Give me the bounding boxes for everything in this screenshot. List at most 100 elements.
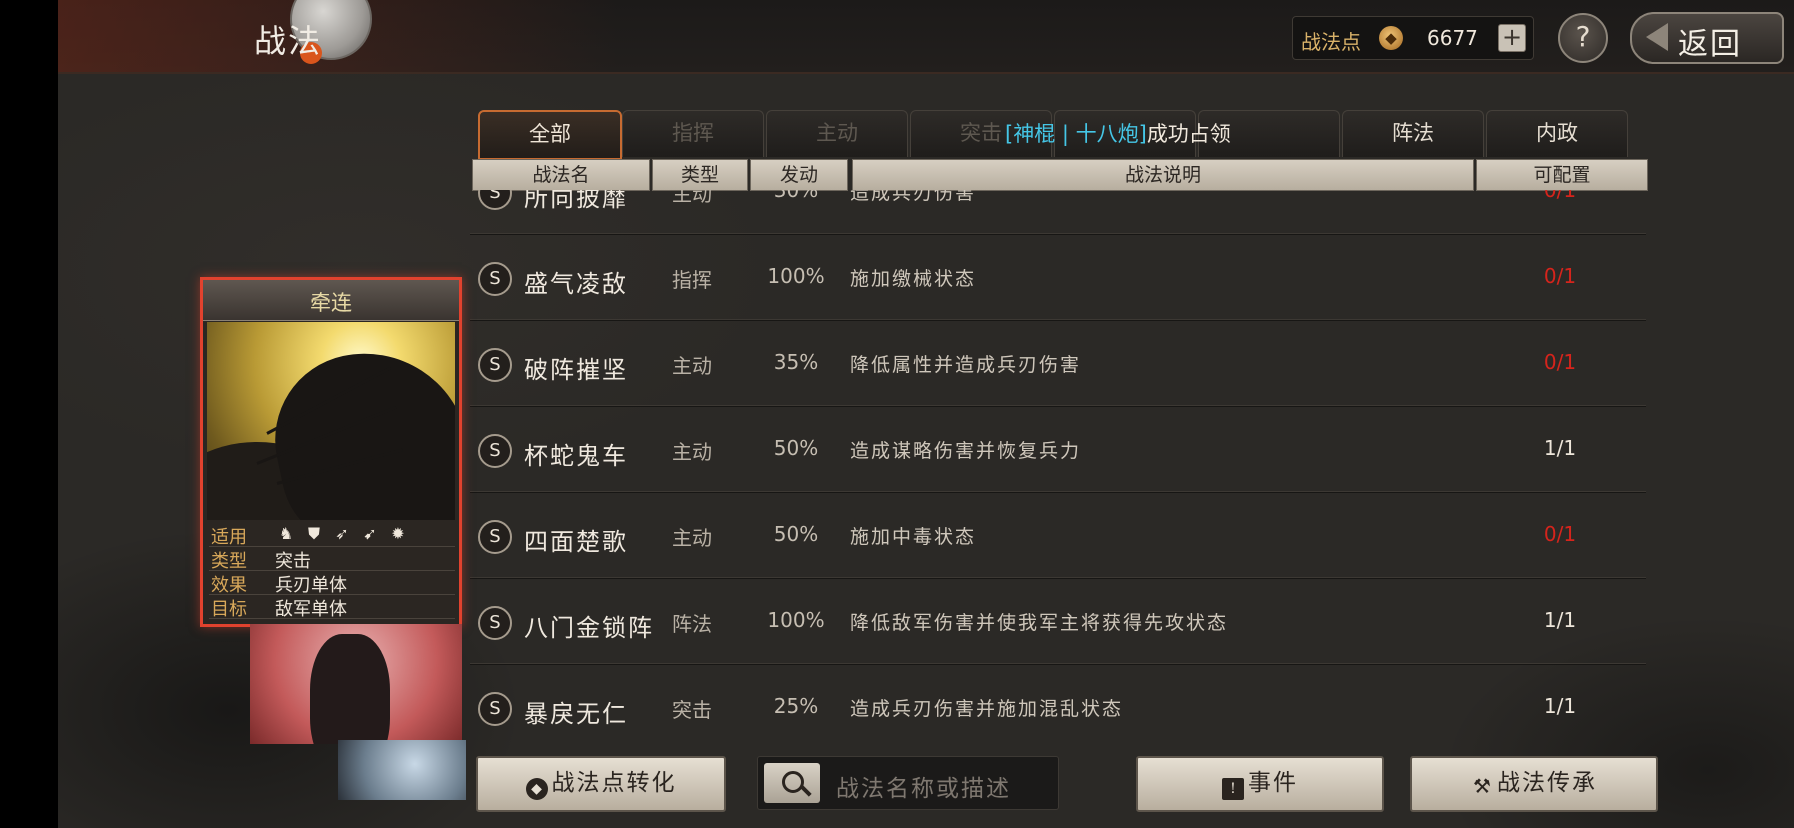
skill-row[interactable]: S 盛气凌敌 指挥 100% 施加缴械状态 0/1	[470, 236, 1646, 320]
hammer-icon: ⚒	[1473, 774, 1491, 798]
column-header-type[interactable]: 类型	[652, 159, 748, 191]
skill-rate: 50%	[773, 436, 819, 460]
skill-row[interactable]: S 暴戾无仁 突击 25% 造成兵刃伤害并施加混乱状态 1/1	[470, 666, 1646, 738]
skill-description: 降低敌军伤害并使我军主将获得先攻状态	[850, 612, 1229, 634]
skill-name: 盛气凌敌	[524, 270, 628, 298]
card-stat-row: 效果 兵刃单体	[209, 570, 455, 596]
skill-name: 暴戾无仁	[524, 700, 628, 728]
search-input[interactable]: 战法名称或描述	[757, 756, 1059, 810]
art-silhouette-warrior	[310, 634, 390, 744]
column-header-name[interactable]: 战法名	[472, 159, 650, 191]
card-artwork	[207, 322, 455, 520]
skill-config-count: 1/1	[1543, 694, 1577, 718]
card-below-artwork	[250, 624, 462, 744]
skill-config-count: 0/1	[1543, 522, 1577, 546]
help-button[interactable]: ?	[1558, 13, 1608, 63]
skill-grade-badge: S	[478, 520, 512, 554]
convert-points-label: 战法点转化	[551, 770, 677, 796]
broadcast-notice: [神棍 | 十八炮]成功占领	[1005, 118, 1231, 148]
page-title: 战法	[254, 22, 323, 60]
skill-row[interactable]: S 破阵摧坚 主动 35% 降低属性并造成兵刃伤害 0/1	[470, 322, 1646, 406]
back-arrow-icon	[1646, 23, 1668, 51]
skill-config-count: 0/1	[1543, 264, 1577, 288]
card-stat-key: 目标	[211, 599, 247, 620]
events-button[interactable]: ! 事件	[1136, 756, 1384, 812]
book-icon: !	[1222, 778, 1244, 800]
tactic-points-label: 战法点	[1301, 30, 1361, 54]
column-header-config[interactable]: 可配置	[1476, 159, 1648, 191]
tab-internal-affairs[interactable]: 内政	[1486, 110, 1628, 157]
skill-row[interactable]: S 所向披靡 主动 30% 造成兵刃伤害 0/1	[470, 190, 1646, 234]
cavalry-icon: ♞	[278, 524, 294, 543]
back-label: 返回	[1678, 27, 1742, 62]
skill-description: 造成谋略伤害并恢复兵力	[850, 440, 1082, 462]
tab-active[interactable]: 主动	[766, 110, 908, 157]
events-label: 事件	[1248, 770, 1298, 796]
left-black-bar	[0, 0, 58, 828]
skill-row[interactable]: S 八门金锁阵 阵法 100% 降低敌军伤害并使我军主将获得先攻状态 1/1	[470, 580, 1646, 664]
card-below-artwork-2	[338, 740, 466, 800]
inherit-button[interactable]: ⚒ 战法传承	[1410, 756, 1658, 812]
skill-type: 主动	[672, 354, 712, 378]
add-points-button[interactable]: +	[1498, 24, 1526, 52]
row-divider	[470, 405, 1646, 406]
row-divider	[470, 233, 1646, 234]
skill-type: 突击	[672, 698, 712, 722]
skill-description: 造成兵刃伤害并施加混乱状态	[850, 698, 1124, 720]
skill-grade-badge: S	[478, 692, 512, 726]
skill-list[interactable]: S 所向披靡 主动 30% 造成兵刃伤害 0/1 S 盛气凌敌 指挥 100% 施加缴械状态 0/1 S…	[470, 190, 1646, 738]
skill-grade-badge: S	[478, 606, 512, 640]
card-stat-row: 目标 敌军单体	[209, 594, 455, 620]
skill-type: 主动	[672, 526, 712, 550]
row-divider	[470, 491, 1646, 492]
column-header-rate[interactable]: 发动	[750, 159, 848, 191]
skill-name: 破阵摧坚	[524, 356, 628, 384]
skill-description: 降低属性并造成兵刃伤害	[850, 354, 1082, 376]
skill-grade-badge: S	[478, 262, 512, 296]
coin-icon: ◆	[525, 778, 548, 800]
skill-type: 主动	[672, 190, 712, 206]
skill-description: 施加缴械状态	[850, 268, 977, 290]
skill-config-count: 0/1	[1543, 190, 1577, 202]
art-silhouette-riders	[259, 334, 455, 520]
tactic-points-value: 6677	[1427, 26, 1478, 50]
skill-rate: 50%	[773, 522, 819, 546]
siege-icon: ✹	[391, 524, 405, 543]
search-icon-handle	[800, 785, 812, 797]
shield-icon: ⛊	[307, 524, 320, 543]
card-title: 牵连	[310, 291, 352, 315]
row-divider	[470, 577, 1646, 578]
inherit-label: 战法传承	[1497, 770, 1597, 796]
skill-grade-badge: S	[478, 190, 512, 210]
skill-name: 八门金锁阵	[524, 614, 654, 642]
bow-icon: ➶	[335, 524, 349, 543]
skill-row[interactable]: S 四面楚歌 主动 50% 施加中毒状态 0/1	[470, 494, 1646, 578]
card-stat-row: 类型 突击	[209, 546, 455, 572]
convert-points-button[interactable]: ◆ 战法点转化	[476, 756, 726, 812]
skill-rate: 35%	[773, 350, 819, 374]
coin-icon: ◆	[1379, 26, 1403, 50]
row-divider	[470, 319, 1646, 320]
back-button[interactable]: 返回	[1630, 12, 1784, 64]
skill-rate: 100%	[767, 608, 825, 632]
tactic-points-box: 战法点 ◆ 6677 +	[1292, 16, 1534, 60]
column-header-desc: 战法说明	[852, 159, 1474, 191]
skill-grade-badge: S	[478, 348, 512, 382]
skill-card[interactable]: 牵连 适用 ♞ ⛊ ➶ ➹ ✹ 类型 突击 效果 兵刃单体 目标 敌军单体	[200, 277, 462, 627]
tab-formation[interactable]: 阵法	[1342, 110, 1484, 157]
card-title-bar: 牵连	[203, 280, 459, 321]
skill-config-count: 1/1	[1543, 608, 1577, 632]
tab-all[interactable]: 全部	[478, 110, 622, 160]
app-root: 战法 战法点 ◆ 6677 + ? 返回 全部 指挥 主动 突击 阵法 内政 […	[0, 0, 1794, 828]
skill-grade-badge: S	[478, 434, 512, 468]
row-divider	[470, 663, 1646, 664]
notice-player: [神棍 | 十八炮]	[1005, 122, 1147, 146]
skill-name: 四面楚歌	[524, 528, 628, 556]
search-icon	[782, 771, 804, 793]
tab-command[interactable]: 指挥	[622, 110, 764, 157]
skill-row[interactable]: S 杯蛇鬼车 主动 50% 造成谋略伤害并恢复兵力 1/1	[470, 408, 1646, 492]
skill-config-count: 0/1	[1543, 350, 1577, 374]
search-button[interactable]	[764, 763, 820, 803]
skill-rate: 30%	[773, 190, 819, 202]
skill-type: 指挥	[672, 268, 712, 292]
